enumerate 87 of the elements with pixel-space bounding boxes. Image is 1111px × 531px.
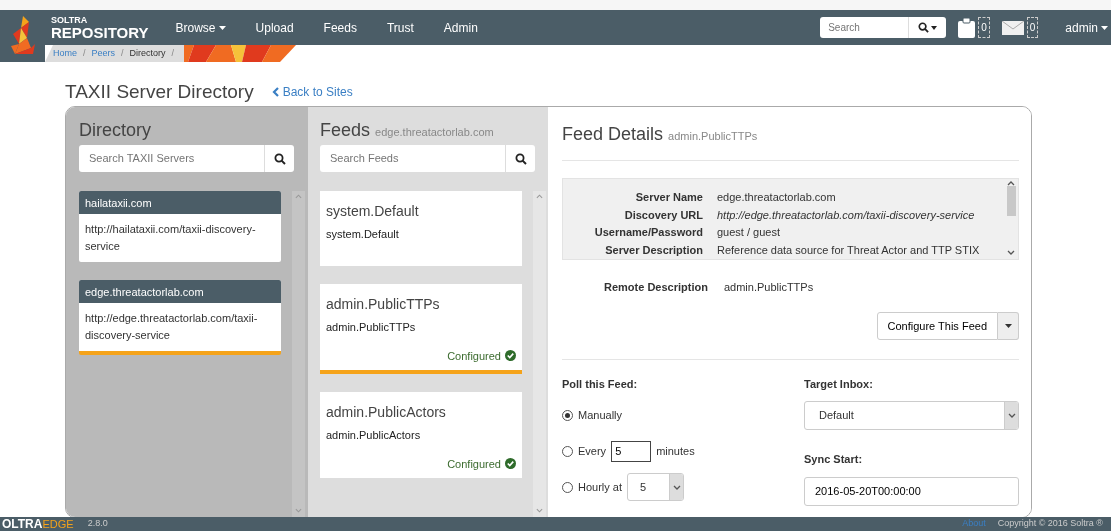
status-text: Configured	[447, 456, 501, 472]
breadcrumb-current: Directory	[129, 46, 166, 60]
server-url: http://hailataxii.com/taxii-discovery-service	[84, 222, 257, 254]
column-title: Feeds	[320, 120, 371, 140]
status-text: Configured	[447, 348, 501, 364]
feed-card[interactable]: admin.PublicTTPs admin.PublicTTPs Configured	[320, 284, 522, 374]
feed-subtitle: admin.PublicTTPs	[326, 320, 417, 335]
breadcrumb-separator: /	[121, 46, 124, 60]
info-label: Server Name	[634, 190, 703, 205]
count-badge: 0	[978, 17, 990, 38]
radio-button[interactable]	[562, 481, 573, 493]
nav-link[interactable]: Upload	[240, 18, 309, 37]
field-label: Target Inbox:	[804, 376, 874, 392]
field-value: admin.PublicTTPs	[723, 280, 814, 295]
search-icon	[514, 152, 527, 165]
scroll-up-icon[interactable]	[1007, 181, 1015, 186]
caret-icon	[1004, 323, 1012, 328]
feed-card[interactable]: system.Default system.Default	[320, 191, 522, 266]
info-label: Discovery URL	[623, 207, 703, 223]
select-field[interactable]: Default	[804, 401, 1019, 430]
info-value: guest / guest	[717, 225, 781, 240]
nav-link[interactable]: Trust	[371, 18, 429, 37]
back-link[interactable]: Back to Sites	[271, 83, 353, 101]
server-card[interactable]: edge.threatactorlab.com http://edge.threatactorlab.com/taxii-discovery-service	[79, 280, 281, 355]
copyright-text: Copyright © 2016 Soltra ®	[997, 517, 1103, 531]
info-label: Username/Password	[593, 225, 703, 240]
info-value: http://edge.threatactorlab.com/taxii-discovery-service	[717, 207, 976, 223]
footer-brand: OLTRA	[2, 516, 43, 531]
clipboard-icon[interactable]	[958, 17, 976, 38]
search-icon	[918, 22, 930, 33]
radio-button[interactable]	[562, 409, 573, 421]
count-badge: 0	[1026, 17, 1039, 38]
server-name: edge.threatactorlab.com	[79, 280, 281, 303]
configure-button[interactable]: Configure This Feed	[876, 311, 998, 340]
field-label: Sync Start:	[804, 452, 864, 467]
option-label: Hourly at	[578, 479, 623, 495]
search-button[interactable]	[264, 145, 294, 172]
feed-subtitle: system.Default	[326, 227, 400, 242]
panel-title: Feed Details	[562, 124, 664, 144]
option-label: Every	[578, 443, 607, 459]
feed-title: admin.PublicActors	[326, 403, 447, 422]
feed-subtitle: admin.PublicActors	[326, 428, 422, 443]
column-subtitle: edge.threatactorlab.com	[375, 126, 494, 138]
footer-brand-suffix: EDGE	[42, 516, 74, 531]
chevron-down-icon	[672, 484, 681, 490]
field-label: Remote Description	[604, 280, 708, 295]
field-label: Poll this Feed:	[562, 376, 639, 392]
caret-icon	[931, 25, 938, 30]
server-url: http://edge.threatactorlab.com/taxii-discovery-service	[84, 311, 259, 343]
select-field[interactable]: 5	[627, 473, 685, 501]
user-menu[interactable]: admin	[1050, 18, 1111, 37]
breadcrumb-separator: /	[83, 46, 86, 60]
option-label: minutes	[656, 443, 695, 459]
info-label: Server Description	[604, 242, 703, 258]
brand-title: REPOSITORY	[51, 24, 149, 40]
nav-link[interactable]: Admin	[428, 18, 493, 37]
column-title: Directory	[79, 121, 152, 139]
search-field[interactable]: Search TAXII Servers	[79, 145, 264, 172]
option-label: Manually	[578, 407, 623, 423]
breadcrumb-separator: /	[171, 46, 175, 60]
info-value: Reference data source for Threat Actor and TTP STIX	[717, 242, 981, 258]
feed-card[interactable]: admin.PublicActors admin.PublicActors Configured	[320, 392, 522, 478]
nav-link[interactable]: Feeds	[308, 18, 372, 37]
dropdown-button[interactable]	[998, 311, 1019, 340]
nav-link[interactable]: Browse	[160, 18, 241, 37]
feed-title: system.Default	[326, 202, 420, 221]
page-title: TAXII Server Directory	[65, 79, 254, 104]
info-value: edge.threatactorlab.com	[717, 190, 837, 205]
chevron-left-icon	[271, 87, 279, 97]
version-text: 2.8.0	[87, 517, 108, 531]
search-button[interactable]	[908, 17, 947, 38]
search-field[interactable]: Search Feeds	[320, 145, 505, 172]
feed-title: admin.PublicTTPs	[326, 295, 441, 314]
search-field[interactable]: Search	[820, 17, 909, 38]
chevron-down-icon	[1007, 413, 1016, 418]
date-field[interactable]: 2016-05-20T00:00:00	[804, 476, 1019, 506]
scroll-down-icon[interactable]	[1007, 250, 1015, 255]
panel-subtitle: admin.PublicTTPs	[668, 130, 758, 142]
caret-icon	[1101, 25, 1108, 30]
number-field[interactable]: 5	[611, 440, 652, 462]
brand-name: SOLTRA	[51, 15, 89, 25]
radio-button[interactable]	[562, 445, 573, 457]
search-icon	[273, 152, 286, 165]
mail-icon[interactable]	[1001, 20, 1024, 35]
server-name: hailataxii.com	[79, 191, 281, 214]
search-button[interactable]	[505, 145, 535, 172]
server-card[interactable]: hailataxii.com http://hailataxii.com/taxii-discovery-service	[79, 191, 281, 262]
